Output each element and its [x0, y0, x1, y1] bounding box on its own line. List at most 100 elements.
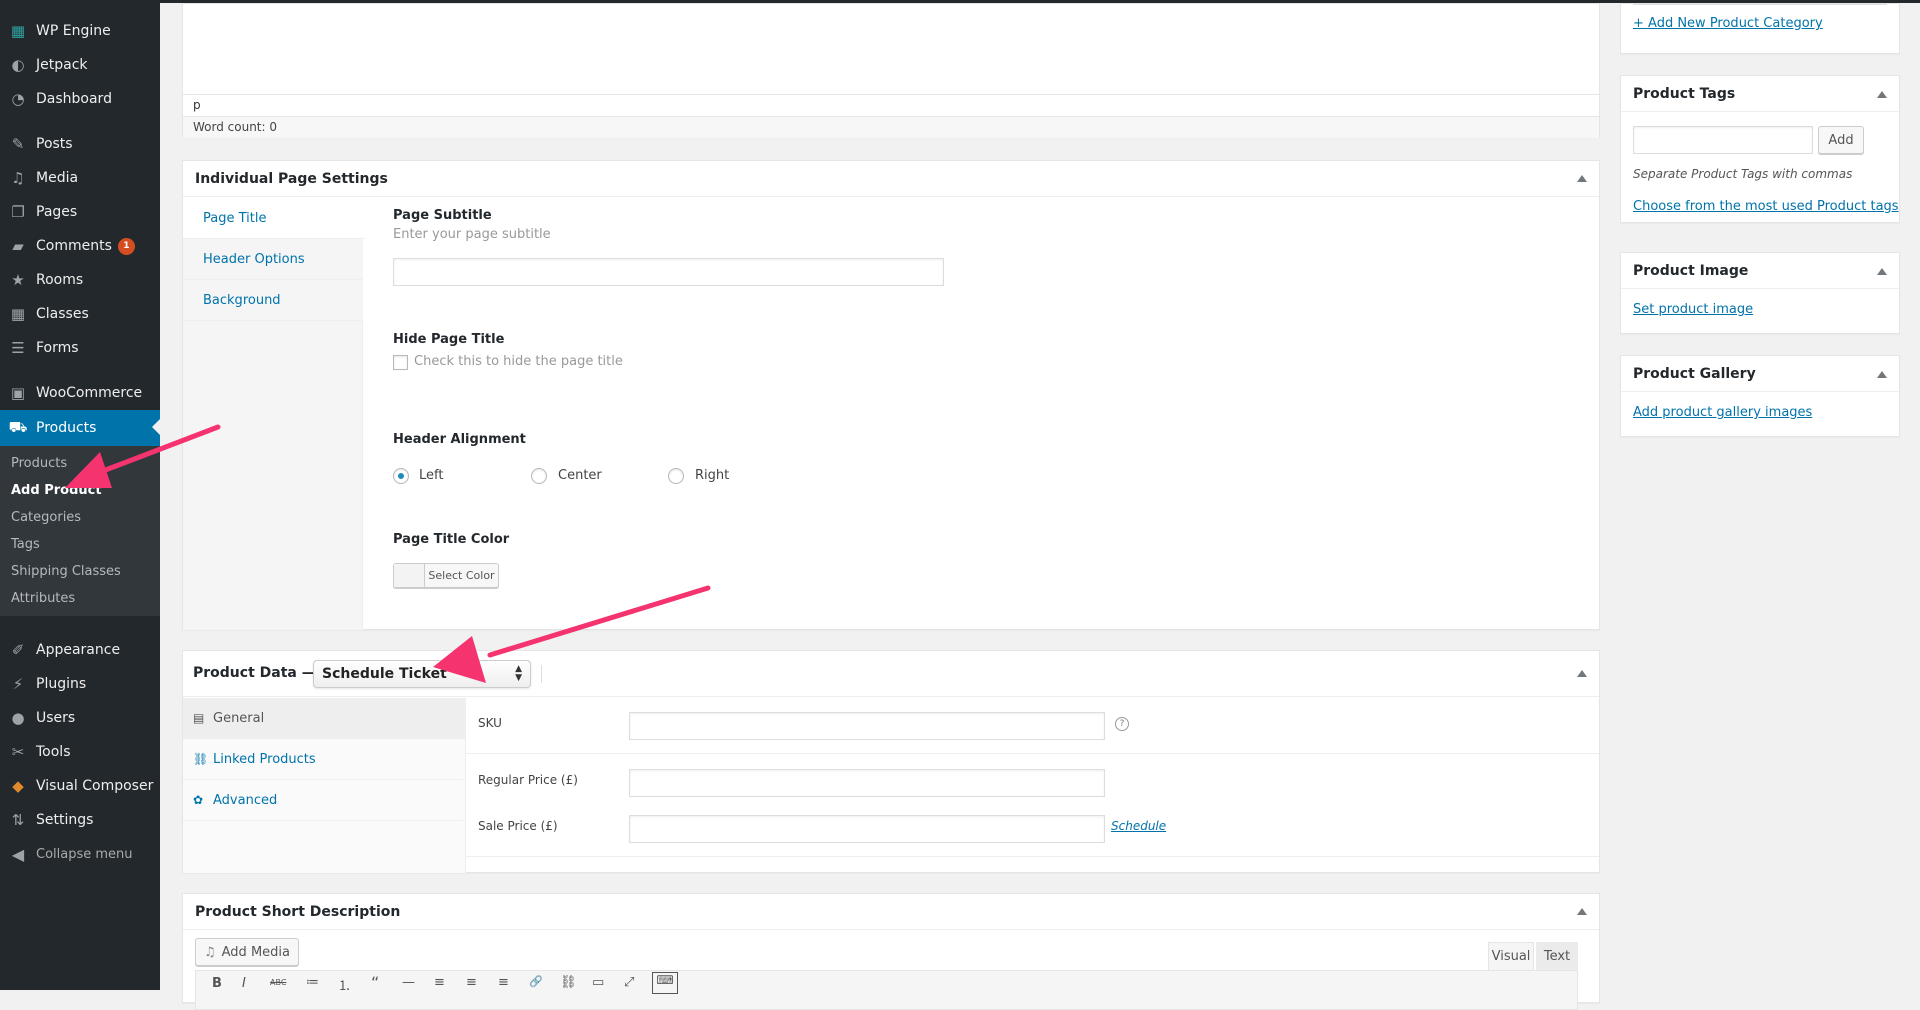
submenu-add-product[interactable]: Add Product [11, 483, 102, 498]
add-media-button[interactable]: ♫ Add Media [195, 938, 299, 966]
submenu-products[interactable]: Products [11, 456, 67, 471]
product-tags-header: Product Tags [1621, 76, 1899, 112]
link-icon: ⛓ [193, 752, 209, 766]
menu-label: Users [36, 710, 76, 726]
alignment-center-radio[interactable] [531, 468, 547, 484]
submenu-tags[interactable]: Tags [11, 537, 40, 552]
menu-label: Jetpack [36, 57, 88, 73]
read-more-button[interactable]: ▭ [592, 975, 604, 990]
menu-media[interactable]: ♫ Media [0, 161, 160, 195]
align-right-button[interactable]: ≡ [498, 975, 509, 990]
menu-rooms[interactable]: ★ Rooms [0, 263, 160, 297]
align-left-button[interactable]: ≡ [434, 975, 445, 990]
add-new-category-link[interactable]: + Add New Product Category [1633, 16, 1823, 31]
toggle-panel-icon[interactable] [1877, 371, 1887, 378]
menu-comments[interactable]: ▰ Comments 1 [0, 229, 160, 263]
menu-label: Products [36, 420, 97, 436]
submenu-attributes[interactable]: Attributes [11, 591, 75, 606]
toggle-panel-icon[interactable] [1877, 91, 1887, 98]
align-center-button[interactable]: ≡ [466, 975, 477, 990]
color-picker-button[interactable]: Select Color [393, 563, 499, 588]
regular-price-label: Regular Price (£) [478, 773, 578, 787]
sale-price-input[interactable] [629, 815, 1105, 843]
editor-status-bar: Word count: 0 [183, 116, 1599, 138]
menu-label: Visual Composer [36, 778, 154, 794]
help-tip-icon[interactable]: ? [1115, 717, 1129, 731]
blockquote-button[interactable]: “ [371, 973, 379, 992]
pages-icon: ❐ [11, 203, 25, 221]
product-data-title: Product Data — [193, 665, 316, 681]
tab-general[interactable]: ▤ General [183, 698, 466, 739]
menu-tools[interactable]: ✂ Tools [0, 735, 160, 769]
toolbar-toggle-button[interactable]: ⌨ [652, 972, 678, 994]
sku-input[interactable] [629, 712, 1105, 740]
bullet-list-button[interactable]: ≔ [306, 975, 319, 990]
numbered-list-button[interactable]: ⒈ [338, 975, 351, 994]
bold-button[interactable]: B [212, 976, 222, 991]
toggle-panel-icon[interactable] [1577, 908, 1587, 915]
user-icon: ● [11, 709, 25, 727]
menu-pages[interactable]: ❐ Pages [0, 195, 160, 229]
most-used-tags-link[interactable]: Choose from the most used Product tags [1633, 199, 1899, 214]
menu-products[interactable]: ⛟ Products [0, 410, 160, 446]
unlink-button[interactable]: ⛓ [560, 975, 577, 990]
product-image-box: Product Image Set product image [1620, 252, 1900, 334]
menu-label: Media [36, 170, 79, 186]
horizontal-line-button[interactable]: — [402, 975, 415, 990]
tab-linked-products[interactable]: ⛓ Linked Products [183, 739, 463, 780]
product-tags-input[interactable] [1633, 126, 1813, 154]
schedule-link[interactable]: Schedule [1111, 819, 1166, 833]
short-description-box: Product Short Description ♫ Add Media Vis… [182, 893, 1600, 1010]
toggle-panel-icon[interactable] [1577, 670, 1587, 677]
italic-button[interactable]: I [242, 976, 246, 991]
fullscreen-button[interactable]: ⤢ [624, 975, 634, 990]
menu-appearance[interactable]: ✐ Appearance [0, 633, 160, 667]
collapse-menu-button[interactable]: ◀ Collapse menu [0, 837, 160, 871]
menu-forms[interactable]: ☰ Forms [0, 331, 160, 365]
page-settings-header: Individual Page Settings [183, 161, 1599, 197]
menu-settings[interactable]: ⇅ Settings [0, 803, 160, 837]
page-settings-box: Individual Page Settings Page Title Head… [182, 160, 1600, 630]
menu-label: Forms [36, 340, 79, 356]
product-type-select[interactable]: Schedule Ticket ▲ ▼ [313, 660, 531, 688]
menu-woocommerce[interactable]: ▣ WooCommerce [0, 376, 160, 410]
star-icon: ★ [11, 271, 25, 289]
tab-background[interactable]: Background [183, 280, 363, 321]
tab-page-title[interactable]: Page Title [183, 198, 364, 239]
add-gallery-images-link[interactable]: Add product gallery images [1633, 405, 1812, 420]
toggle-panel-icon[interactable] [1577, 175, 1587, 182]
link-button[interactable]: 🔗 [529, 975, 543, 988]
strikethrough-button[interactable]: ABC [270, 978, 286, 987]
general-icon: ▤ [193, 711, 205, 725]
menu-classes[interactable]: ▦ Classes [0, 297, 160, 331]
product-data-header: Product Data — Schedule Ticket ▲ ▼ [183, 651, 1599, 697]
tab-visual[interactable]: Visual [1488, 942, 1534, 970]
menu-wp-engine[interactable]: ▦ WP Engine [0, 14, 160, 48]
page-subtitle-input[interactable] [393, 258, 944, 286]
product-tags-title: Product Tags [1633, 86, 1736, 102]
toggle-panel-icon[interactable] [1877, 268, 1887, 275]
add-tag-button[interactable]: Add [1818, 126, 1864, 154]
submenu-shipping-classes[interactable]: Shipping Classes [11, 564, 121, 579]
woocommerce-icon: ▣ [10, 384, 26, 402]
menu-jetpack[interactable]: ◐ Jetpack [0, 48, 160, 82]
submenu-categories[interactable]: Categories [11, 510, 81, 525]
collapse-arrow-icon: ◀ [11, 844, 25, 864]
hide-page-title-checkbox[interactable] [393, 355, 408, 370]
alignment-left-radio[interactable] [393, 468, 409, 484]
editor-text-area[interactable] [183, 4, 1599, 94]
menu-users[interactable]: ● Users [0, 701, 160, 735]
tab-header-options[interactable]: Header Options [183, 239, 363, 280]
alignment-right-radio[interactable] [668, 468, 684, 484]
alignment-left-label: Left [419, 468, 444, 483]
menu-posts[interactable]: ✎ Posts [0, 127, 160, 161]
tab-text[interactable]: Text [1536, 942, 1578, 970]
product-gallery-box: Product Gallery Add product gallery imag… [1620, 355, 1900, 437]
menu-visual-composer[interactable]: ◆ Visual Composer [0, 769, 160, 803]
menu-plugins[interactable]: ⚡ Plugins [0, 667, 160, 701]
tab-advanced[interactable]: ✿ Advanced [183, 780, 463, 821]
regular-price-input[interactable] [629, 769, 1105, 797]
cart-icon: ⛟ [8, 418, 28, 436]
menu-dashboard[interactable]: ◔ Dashboard [0, 82, 160, 116]
set-product-image-link[interactable]: Set product image [1633, 302, 1753, 317]
